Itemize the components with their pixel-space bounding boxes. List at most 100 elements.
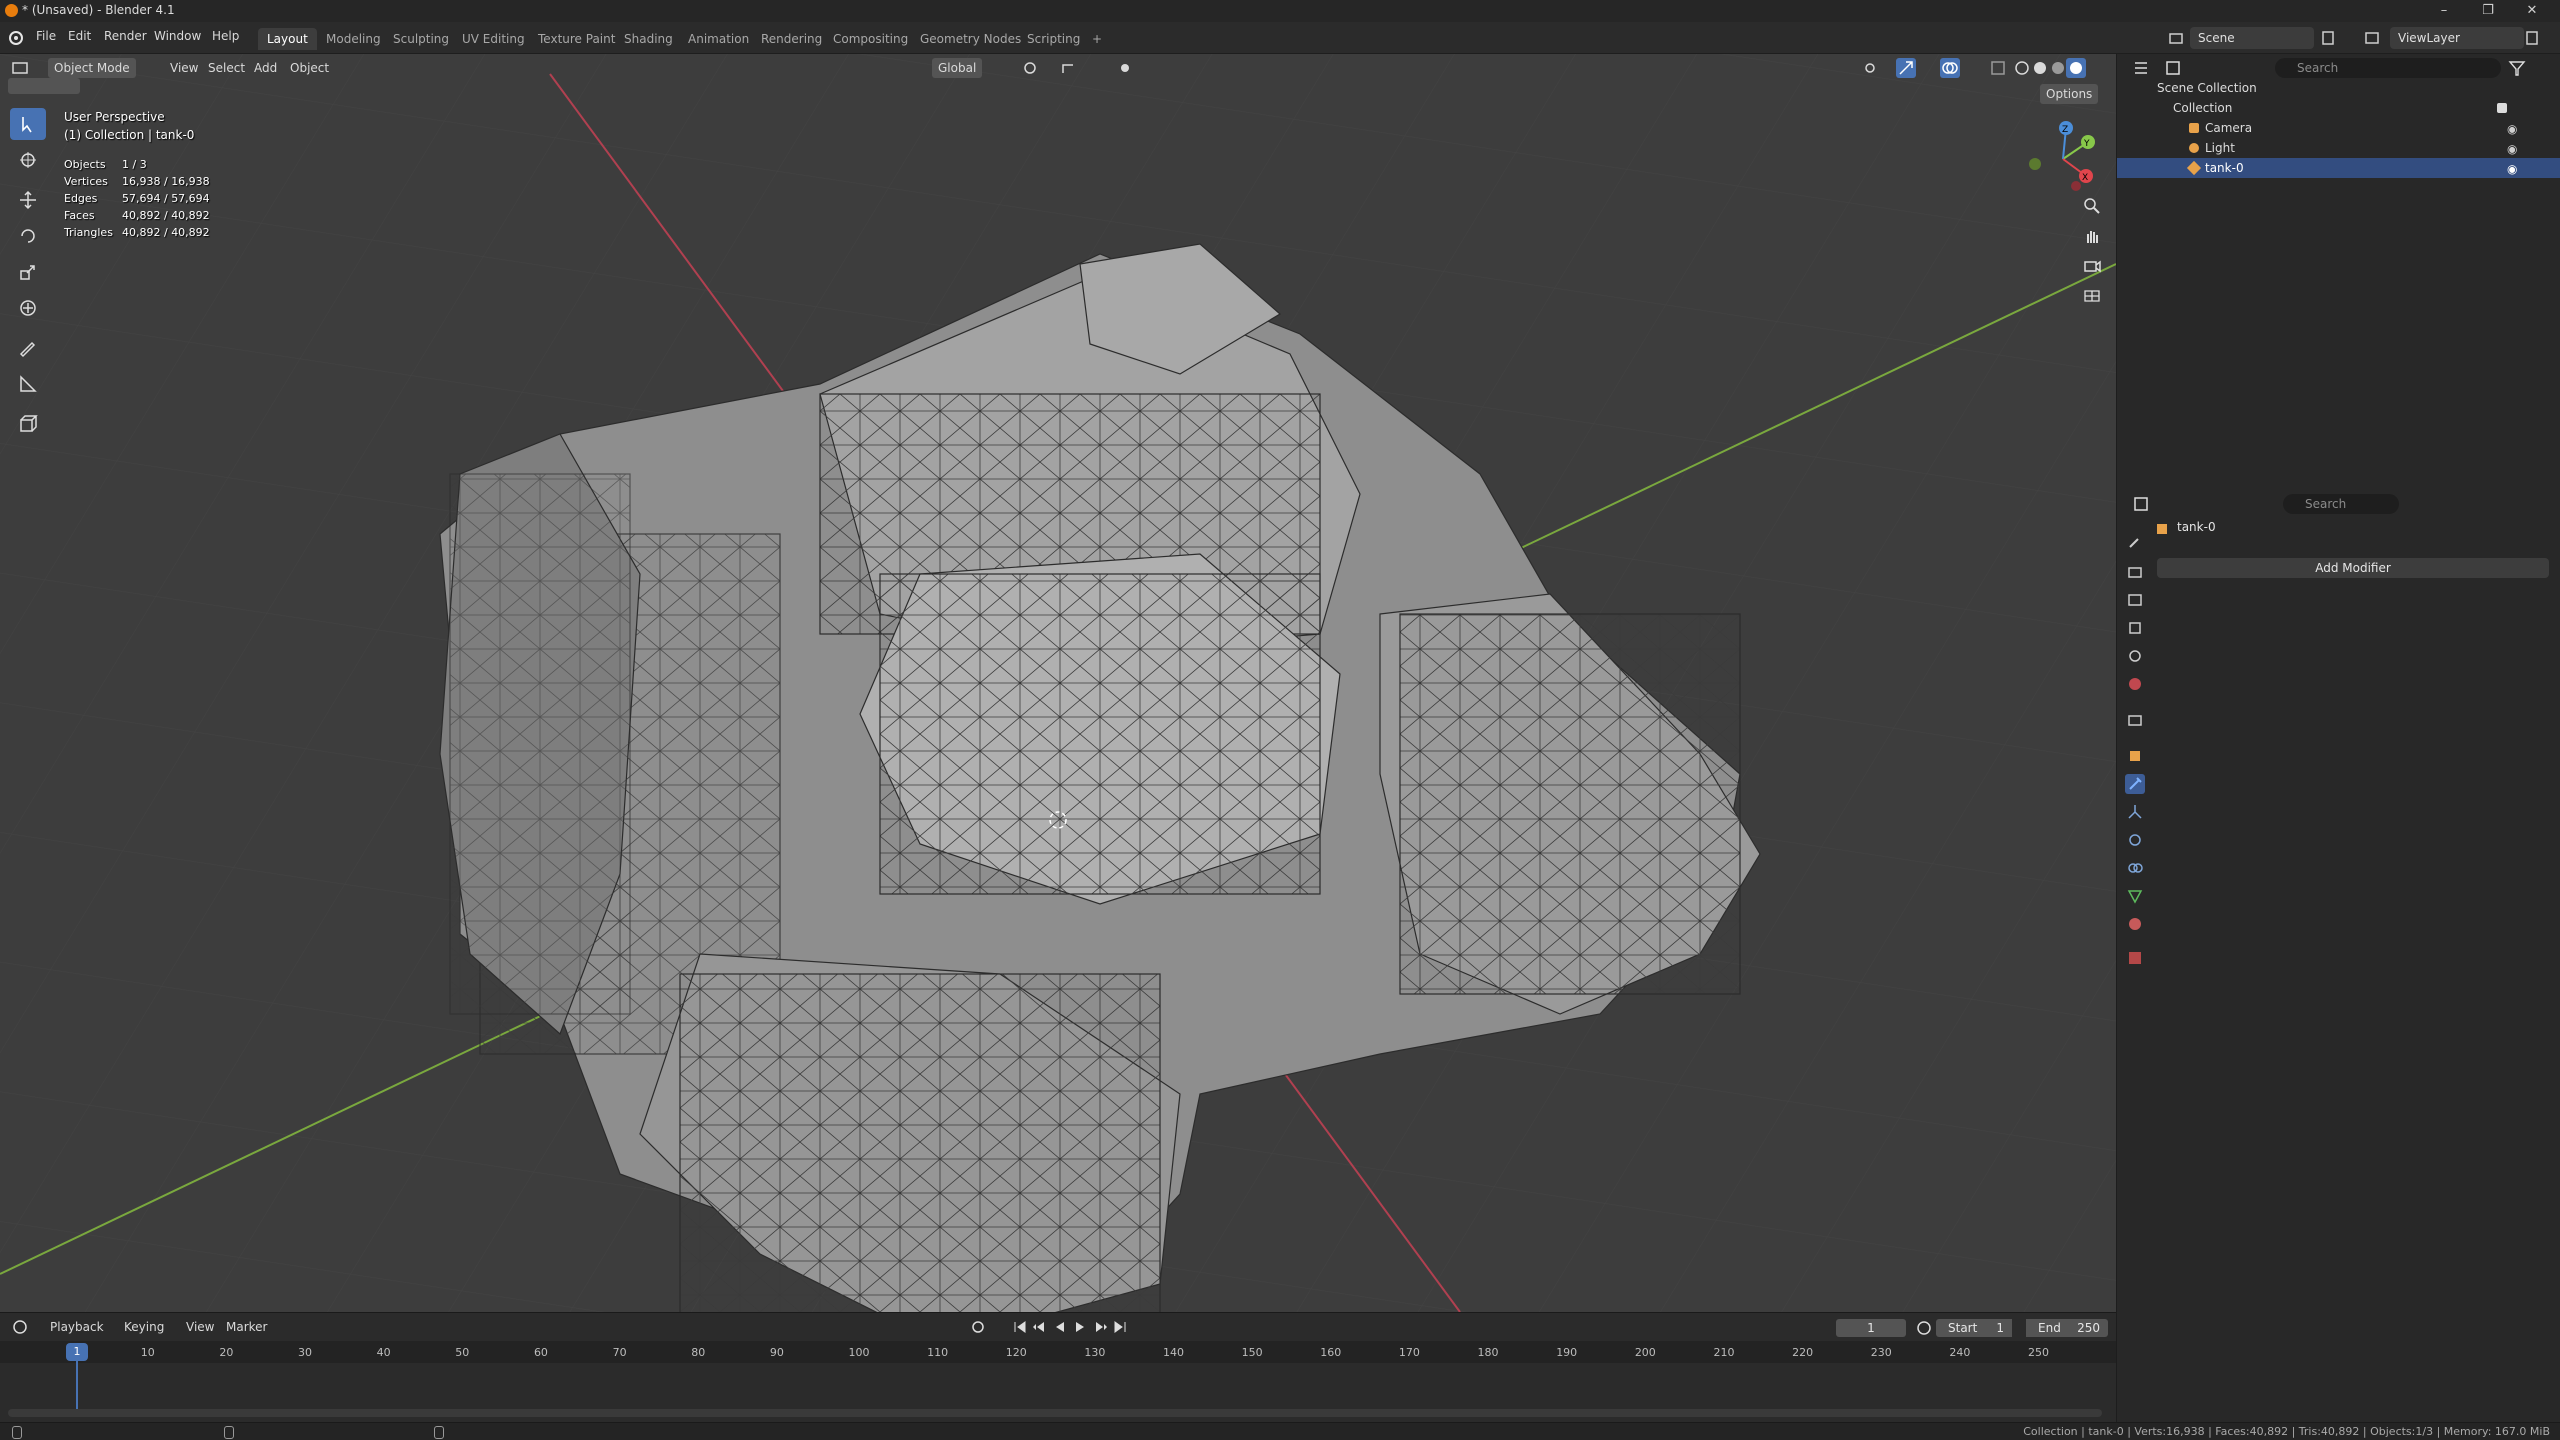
- tab-texture-paint[interactable]: Texture Paint: [529, 28, 624, 50]
- menu-marker[interactable]: Marker: [220, 1317, 273, 1337]
- menu-playback[interactable]: Playback: [44, 1317, 110, 1337]
- properties-search-input[interactable]: Search: [2283, 494, 2399, 514]
- overlay-toggle-icon[interactable]: [1940, 58, 1960, 78]
- auto-keying-icon[interactable]: [968, 1317, 988, 1337]
- object-mode-dropdown[interactable]: Object Mode: [48, 58, 136, 78]
- outliner-row-camera[interactable]: Camera ◉: [2117, 118, 2560, 138]
- eye-icon[interactable]: ◉: [2507, 139, 2517, 159]
- solid-shading-icon[interactable]: [2030, 58, 2050, 78]
- constraints-properties-tab[interactable]: [2125, 858, 2145, 878]
- camera-view-icon[interactable]: [2082, 256, 2102, 276]
- new-scene-icon[interactable]: [2318, 28, 2338, 48]
- world-properties-tab[interactable]: [2125, 674, 2145, 694]
- menu-help[interactable]: Help: [212, 29, 239, 43]
- menu-timeline-view[interactable]: View: [180, 1317, 220, 1337]
- current-frame-field[interactable]: 1: [1836, 1319, 1906, 1337]
- tab-rendering[interactable]: Rendering: [752, 28, 831, 50]
- menu-object[interactable]: Object: [284, 58, 335, 78]
- rotate-tool[interactable]: [10, 220, 46, 252]
- physics-properties-tab[interactable]: [2125, 830, 2145, 850]
- texture-properties-tab[interactable]: [2125, 948, 2145, 968]
- scene-selector[interactable]: Scene: [2190, 27, 2314, 49]
- scene-properties-tab[interactable]: [2125, 646, 2145, 666]
- minimize-button[interactable]: –: [2426, 2, 2462, 20]
- measure-tool[interactable]: [10, 368, 46, 400]
- collection-properties-tab[interactable]: [2125, 710, 2145, 730]
- tab-compositing[interactable]: Compositing: [824, 28, 917, 50]
- timeline-scrollbar[interactable]: [8, 1409, 2102, 1417]
- tab-layout[interactable]: Layout: [258, 28, 317, 50]
- timeline-editor-type-icon[interactable]: [10, 1317, 30, 1337]
- transform-orientation-dropdown[interactable]: Global: [932, 58, 983, 78]
- selection-mode-group[interactable]: [8, 78, 80, 94]
- view-layer-properties-tab[interactable]: [2125, 618, 2145, 638]
- preview-range-icon[interactable]: [1914, 1318, 1934, 1338]
- maximize-button[interactable]: ❐: [2470, 2, 2506, 20]
- end-frame-field[interactable]: End 250: [2026, 1319, 2108, 1337]
- prev-keyframe-icon[interactable]: [1030, 1317, 1050, 1337]
- tool-properties-tab[interactable]: [2125, 532, 2145, 552]
- outliner-row-tank-0[interactable]: tank-0 ◉: [2117, 158, 2560, 178]
- next-keyframe-icon[interactable]: [1090, 1317, 1110, 1337]
- add-modifier-button[interactable]: Add Modifier: [2157, 558, 2549, 578]
- tab-scripting[interactable]: Scripting: [1018, 28, 1089, 50]
- perspective-toggle-icon[interactable]: [2082, 286, 2102, 306]
- snap-icon[interactable]: [1058, 58, 1078, 78]
- rendered-shading-icon[interactable]: [2066, 58, 2086, 78]
- pivot-point-icon[interactable]: [1020, 58, 1040, 78]
- cursor-tool[interactable]: [10, 144, 46, 176]
- material-shading-icon[interactable]: [2048, 58, 2068, 78]
- modifier-properties-tab[interactable]: [2125, 774, 2145, 794]
- transform-tool[interactable]: [10, 292, 46, 324]
- scale-tool[interactable]: [10, 256, 46, 288]
- tab-shading[interactable]: Shading: [615, 28, 682, 50]
- menu-file[interactable]: File: [36, 29, 56, 43]
- xray-toggle-icon[interactable]: [1988, 58, 2008, 78]
- visibility-selector-icon[interactable]: [1860, 58, 1880, 78]
- zoom-icon[interactable]: [2082, 196, 2102, 216]
- editor-type-icon[interactable]: [10, 58, 30, 78]
- menu-keying[interactable]: Keying: [118, 1317, 170, 1337]
- close-button[interactable]: ✕: [2514, 2, 2550, 20]
- tab-animation[interactable]: Animation: [679, 28, 758, 50]
- properties-editor-type-icon[interactable]: [2131, 494, 2151, 514]
- menu-add[interactable]: Add: [248, 58, 283, 78]
- playhead-label[interactable]: 1: [66, 1343, 88, 1361]
- tab-sculpting[interactable]: Sculpting: [384, 28, 458, 50]
- checkbox-icon[interactable]: [2497, 103, 2507, 113]
- blender-menu-icon[interactable]: [6, 28, 26, 48]
- view-layer-icon[interactable]: [2362, 28, 2382, 48]
- outliner-row-scene-collection[interactable]: Scene Collection: [2117, 78, 2560, 98]
- menu-window[interactable]: Window: [154, 29, 201, 43]
- eye-icon[interactable]: ◉: [2507, 159, 2517, 179]
- object-properties-tab[interactable]: [2125, 746, 2145, 766]
- display-mode-icon[interactable]: [2163, 58, 2183, 78]
- jump-start-icon[interactable]: [1010, 1317, 1030, 1337]
- outliner-row-collection[interactable]: Collection: [2117, 98, 2560, 118]
- menu-view[interactable]: View: [164, 58, 204, 78]
- filter-icon[interactable]: [2507, 58, 2527, 78]
- move-tool[interactable]: [10, 184, 46, 216]
- scene-icon[interactable]: [2166, 28, 2186, 48]
- outliner-search-input[interactable]: Search: [2275, 58, 2501, 78]
- select-box-tool[interactable]: [10, 108, 46, 140]
- add-cube-tool[interactable]: [10, 408, 46, 440]
- render-properties-tab[interactable]: [2125, 562, 2145, 582]
- proportional-editing-icon[interactable]: [1115, 58, 1135, 78]
- eye-icon[interactable]: ◉: [2507, 119, 2517, 139]
- options-dropdown[interactable]: Options: [2040, 84, 2099, 104]
- material-properties-tab[interactable]: [2125, 914, 2145, 934]
- play-icon[interactable]: [1070, 1317, 1090, 1337]
- playhead-line[interactable]: [76, 1361, 78, 1411]
- tab-modeling[interactable]: Modeling: [317, 28, 390, 50]
- data-properties-tab[interactable]: [2125, 886, 2145, 906]
- outliner-row-light[interactable]: Light ◉: [2117, 138, 2560, 158]
- add-workspace-button[interactable]: +: [1083, 28, 1111, 50]
- navigation-gizmo[interactable]: Y Z X: [2018, 114, 2108, 204]
- gizmo-toggle-icon[interactable]: [1896, 58, 1916, 78]
- view-layer-selector[interactable]: ViewLayer: [2390, 27, 2524, 49]
- outliner-editor-type-icon[interactable]: [2131, 58, 2151, 78]
- 3d-viewport[interactable]: [0, 54, 2116, 1312]
- tab-geometry-nodes[interactable]: Geometry Nodes: [911, 28, 1030, 50]
- wireframe-shading-icon[interactable]: [2012, 58, 2032, 78]
